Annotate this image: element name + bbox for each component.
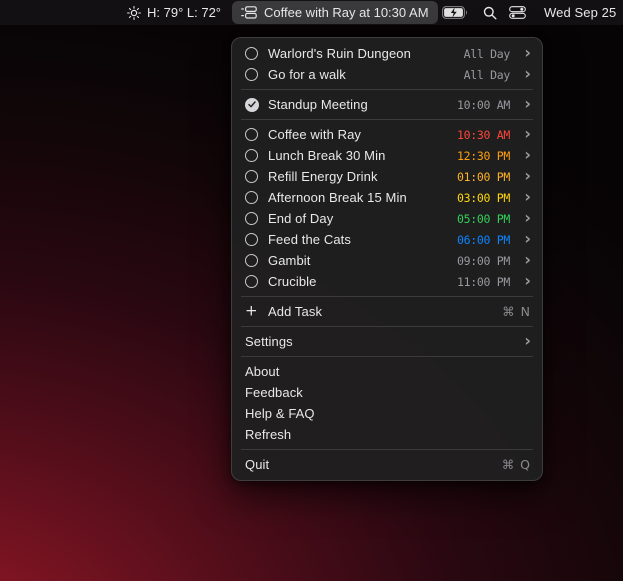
app-button-label: Coffee with Ray at 10:30 AM: [264, 5, 429, 20]
menubar-control-center[interactable]: [509, 0, 526, 25]
chevron-right-icon: ›: [523, 333, 531, 349]
chevron-right-icon: ›: [523, 96, 531, 112]
task-row[interactable]: Lunch Break 30 Min 12:30 PM ›: [232, 145, 542, 166]
checked-circle-icon[interactable]: [245, 98, 259, 112]
chevron-right-icon: ›: [523, 189, 531, 205]
task-time: All Day: [464, 68, 510, 82]
task-row[interactable]: Go for a walk All Day ›: [232, 64, 542, 85]
chevron-right-icon: ›: [523, 45, 531, 61]
unchecked-circle-icon[interactable]: [245, 275, 258, 288]
unchecked-circle-icon[interactable]: [245, 191, 258, 204]
task-time: 05:00 PM: [457, 212, 510, 226]
unchecked-circle-icon[interactable]: [245, 212, 258, 225]
task-label: Warlord's Ruin Dungeon: [268, 46, 411, 61]
task-label: Coffee with Ray: [268, 127, 361, 142]
unchecked-circle-icon[interactable]: [245, 128, 258, 141]
add-task-button[interactable]: + Add Task ⌘ N: [232, 301, 542, 322]
chevron-right-icon: ›: [523, 273, 531, 289]
task-row[interactable]: Refill Energy Drink 01:00 PM ›: [232, 166, 542, 187]
battery-charging-icon: [442, 6, 468, 19]
chevron-right-icon: ›: [523, 168, 531, 184]
separator: [241, 119, 533, 120]
separator: [241, 89, 533, 90]
task-time: 06:00 PM: [457, 233, 510, 247]
settings-label: Settings: [245, 334, 293, 349]
menu-item-settings[interactable]: Settings ›: [232, 331, 542, 352]
task-label: Feed the Cats: [268, 232, 351, 247]
task-list-icon: [241, 6, 257, 19]
help-faq-label: Help & FAQ: [245, 406, 315, 421]
task-time: 10:30 AM: [457, 128, 510, 142]
chevron-right-icon: ›: [523, 231, 531, 247]
menubar-battery[interactable]: [442, 0, 468, 25]
search-icon: [483, 6, 497, 20]
menu-item-quit[interactable]: Quit ⌘ Q: [232, 454, 542, 475]
task-row[interactable]: Standup Meeting 10:00 AM ›: [232, 94, 542, 115]
desktop: H: 79° L: 72° Coffee with Ray at 10:30 A…: [0, 0, 623, 581]
task-label: Go for a walk: [268, 67, 346, 82]
menubar-app-button[interactable]: Coffee with Ray at 10:30 AM: [232, 1, 438, 24]
unchecked-circle-icon[interactable]: [245, 170, 258, 183]
chevron-right-icon: ›: [523, 147, 531, 163]
separator: [241, 326, 533, 327]
add-task-label: Add Task: [268, 304, 322, 319]
unchecked-circle-icon[interactable]: [245, 47, 258, 60]
task-label: Gambit: [268, 253, 311, 268]
task-time: 09:00 PM: [457, 254, 510, 268]
task-time: 11:00 PM: [457, 275, 510, 289]
task-label: Lunch Break 30 Min: [268, 148, 385, 163]
chevron-right-icon: ›: [523, 66, 531, 82]
menu-item-refresh[interactable]: Refresh: [232, 424, 542, 445]
date-text: Wed Sep 25: [544, 5, 616, 20]
add-task-shortcut: ⌘ N: [502, 304, 531, 319]
task-label: Refill Energy Drink: [268, 169, 378, 184]
task-label: Standup Meeting: [268, 97, 368, 112]
task-row[interactable]: Crucible 11:00 PM ›: [232, 271, 542, 292]
separator: [241, 296, 533, 297]
unchecked-circle-icon[interactable]: [245, 233, 258, 246]
task-time: 10:00 AM: [457, 98, 510, 112]
menu-item-feedback[interactable]: Feedback: [232, 382, 542, 403]
feedback-label: Feedback: [245, 385, 303, 400]
task-label: Crucible: [268, 274, 316, 289]
unchecked-circle-icon[interactable]: [245, 254, 258, 267]
chevron-right-icon: ›: [523, 210, 531, 226]
task-time: 12:30 PM: [457, 149, 510, 163]
control-center-icon: [509, 6, 526, 19]
task-time: 03:00 PM: [457, 191, 510, 205]
unchecked-circle-icon[interactable]: [245, 68, 258, 81]
task-time: All Day: [464, 47, 510, 61]
task-row[interactable]: Afternoon Break 15 Min 03:00 PM ›: [232, 187, 542, 208]
menu-item-help-faq[interactable]: Help & FAQ: [232, 403, 542, 424]
task-menu-panel: Warlord's Ruin Dungeon All Day › Go for …: [231, 37, 543, 481]
menubar-date[interactable]: Wed Sep 25: [544, 0, 616, 25]
separator: [241, 356, 533, 357]
task-label: Afternoon Break 15 Min: [268, 190, 407, 205]
about-label: About: [245, 364, 279, 379]
macos-menubar: H: 79° L: 72° Coffee with Ray at 10:30 A…: [0, 0, 623, 25]
chevron-right-icon: ›: [523, 126, 531, 142]
task-row[interactable]: Warlord's Ruin Dungeon All Day ›: [232, 43, 542, 64]
task-time: 01:00 PM: [457, 170, 510, 184]
task-row[interactable]: Gambit 09:00 PM ›: [232, 250, 542, 271]
quit-label: Quit: [245, 457, 269, 472]
separator: [241, 449, 533, 450]
refresh-label: Refresh: [245, 427, 291, 442]
quit-shortcut: ⌘ Q: [502, 457, 531, 472]
task-row[interactable]: End of Day 05:00 PM ›: [232, 208, 542, 229]
menu-item-about[interactable]: About: [232, 361, 542, 382]
unchecked-circle-icon[interactable]: [245, 149, 258, 162]
plus-icon: +: [245, 304, 258, 319]
menubar-search[interactable]: [483, 0, 497, 25]
menubar-weather[interactable]: H: 79° L: 72°: [127, 0, 221, 25]
chevron-right-icon: ›: [523, 252, 531, 268]
weather-text: H: 79° L: 72°: [147, 5, 221, 20]
task-row[interactable]: Coffee with Ray 10:30 AM ›: [232, 124, 542, 145]
sun-icon: [127, 6, 141, 20]
task-label: End of Day: [268, 211, 333, 226]
task-row[interactable]: Feed the Cats 06:00 PM ›: [232, 229, 542, 250]
